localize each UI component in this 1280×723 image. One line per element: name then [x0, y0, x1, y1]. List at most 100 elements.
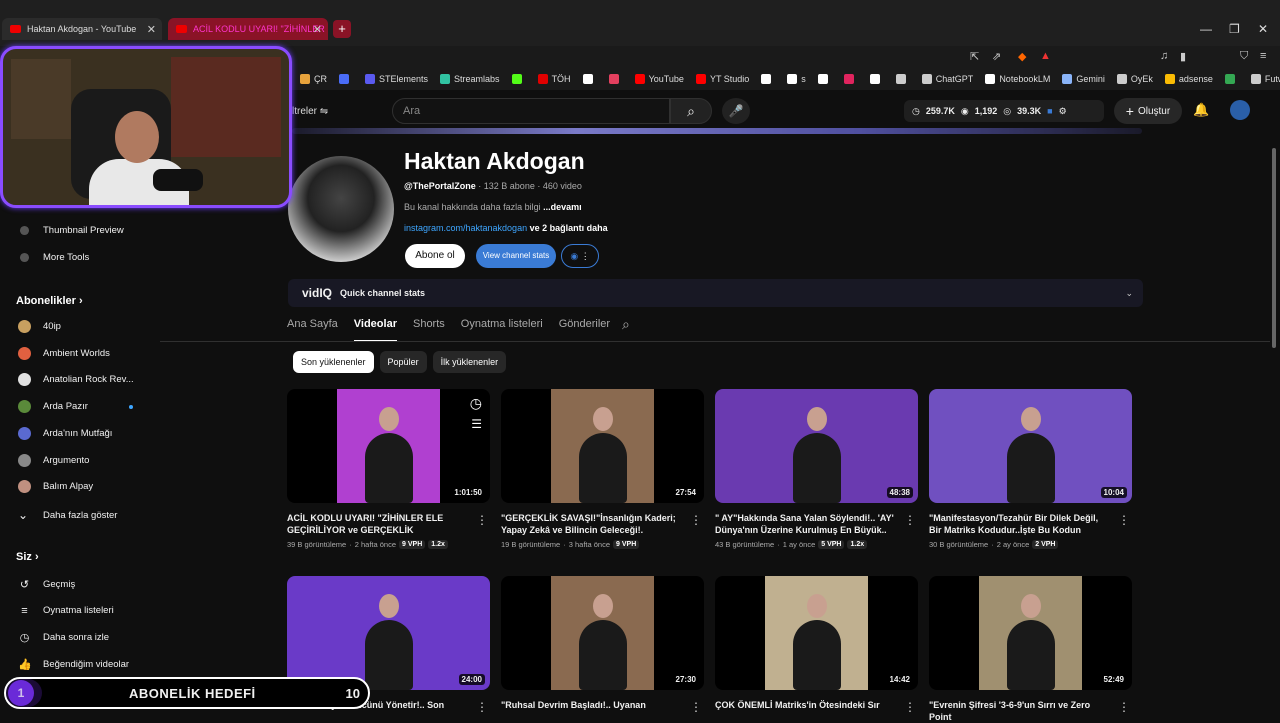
sidebar-subscription[interactable]: Arda Pazır	[18, 400, 88, 414]
video-title[interactable]: ACİL KODLU UYARI! "ZİHİNLER ELE GEÇİRİLİ…	[287, 512, 467, 536]
create-button[interactable]: + Oluştur	[1114, 98, 1182, 124]
video-thumbnail[interactable]: 14:42	[715, 576, 918, 690]
video-thumbnail[interactable]: 10:04	[929, 389, 1132, 503]
sidebar-item-you[interactable]: 👍 Beğendiğim videolar	[18, 658, 129, 671]
video-title[interactable]: "GERÇEKLİK SAVAŞI!"İnsanlığın Kaderi; Ya…	[501, 512, 681, 536]
more-vert-icon[interactable]: ⋮	[690, 513, 702, 527]
vidiq-menu-button[interactable]: ◉ ⋮	[561, 244, 599, 268]
vidiq-quick-stats-bar[interactable]: vidIQ Quick channel stats ⌄	[288, 279, 1143, 307]
brave-shield-icon[interactable]: ◆	[1018, 50, 1026, 63]
more-vert-icon[interactable]: ⋮	[1118, 700, 1130, 714]
bookmark-item[interactable]	[761, 74, 775, 84]
search-icon[interactable]: ⌕	[670, 98, 712, 124]
about-more-link[interactable]: ...devamı	[543, 202, 582, 212]
subscriptions-header[interactable]: Abonelikler ›	[16, 295, 83, 307]
sidebar-item-tool[interactable]: More Tools	[18, 251, 89, 264]
more-links[interactable]: ve 2 bağlantı daha	[527, 223, 608, 233]
video-thumbnail[interactable]: 27:54	[501, 389, 704, 503]
bookmark-item[interactable]	[843, 74, 858, 84]
sidebar-item-you[interactable]: ≡ Oynatma listeleri	[18, 605, 113, 617]
sidebar-subscription[interactable]: Argumento	[18, 453, 89, 467]
tab-0[interactable]: Ana Sayfa	[287, 318, 338, 342]
vpn-icon[interactable]: ⛉	[1240, 50, 1248, 63]
music-icon[interactable]: ♫	[1160, 50, 1168, 62]
bookmark-item[interactable]: ChatGPT	[921, 74, 973, 84]
more-vert-icon[interactable]: ⋮	[1118, 513, 1130, 527]
bookmark-item[interactable]	[511, 74, 526, 84]
sort-chip[interactable]: Son yüklenenler	[293, 351, 374, 373]
more-vert-icon[interactable]: ⋮	[476, 513, 488, 527]
bookmark-item[interactable]	[817, 74, 832, 84]
sidebar-icon[interactable]: ▮	[1180, 50, 1186, 63]
new-tab-button[interactable]: +	[333, 20, 351, 38]
bookmark-item[interactable]	[339, 74, 353, 84]
tab-3[interactable]: Oynatma listeleri	[461, 318, 543, 342]
tab-1[interactable]: Videolar	[353, 318, 397, 342]
bookmark-item[interactable]	[1224, 74, 1239, 84]
video-card[interactable]: 48:38 " AY"Hakkında Sana Yalan Söylendi!.…	[715, 389, 918, 549]
instagram-link[interactable]: instagram.com/haktanakdogan	[404, 223, 527, 233]
bookmark-item[interactable]: YouTube	[634, 74, 684, 84]
video-thumbnail[interactable]: 1:01:50 ◷ ☰	[287, 389, 490, 503]
video-title[interactable]: "Evrenin Şifresi '3-6-9'un Sırrı ve Zero…	[929, 699, 1109, 723]
channel-avatar[interactable]	[288, 156, 394, 262]
bookmark-item[interactable]: ÇR	[300, 74, 327, 84]
close-tab-icon[interactable]: ✕	[147, 23, 156, 36]
sidebar-subscription[interactable]: Ambient Worlds	[18, 346, 110, 360]
video-thumbnail[interactable]: 52:49	[929, 576, 1132, 690]
notifications-bell-icon[interactable]: 🔔	[1193, 102, 1209, 118]
page-scrollbar[interactable]	[1272, 148, 1276, 348]
search-icon[interactable]: ⌕	[622, 316, 630, 333]
video-card[interactable]: 10:04 "Manifestasyon/Tezahür Bir Dilek De…	[929, 389, 1132, 549]
bookmark-item[interactable]: STElements	[365, 74, 428, 84]
more-vert-icon[interactable]: ⋮	[476, 700, 488, 714]
sidebar-subscription[interactable]: Balım Alpay	[18, 480, 93, 494]
bookmark-item[interactable]	[869, 74, 884, 84]
bookmark-item[interactable]	[582, 74, 597, 84]
tab-2[interactable]: Shorts	[413, 318, 445, 342]
rewards-icon[interactable]: ▲	[1040, 50, 1051, 62]
account-avatar[interactable]	[1230, 100, 1250, 120]
menu-icon[interactable]: ≡	[1260, 50, 1266, 62]
video-thumbnail[interactable]: 48:38	[715, 389, 918, 503]
video-card[interactable]: 52:49 "Evrenin Şifresi '3-6-9'un Sırrı ve…	[929, 576, 1132, 723]
open-in-new-icon[interactable]: ⇱	[970, 50, 979, 63]
you-header[interactable]: Siz ›	[16, 551, 39, 563]
subscribe-button[interactable]: Abone ol	[405, 244, 465, 268]
watch-later-icon[interactable]: ◷	[470, 395, 482, 412]
more-vert-icon[interactable]: ⋮	[904, 700, 916, 714]
more-vert-icon[interactable]: ⋮	[690, 700, 702, 714]
bookmark-item[interactable]	[895, 74, 910, 84]
sidebar-subscription[interactable]: Anatolian Rock Rev...	[18, 373, 134, 387]
view-channel-stats-button[interactable]: View channel stats	[476, 244, 556, 268]
bookmark-item[interactable]: Streamlabs	[440, 74, 500, 84]
close-window-button[interactable]: ✕	[1258, 22, 1268, 36]
video-thumbnail[interactable]: 27:30	[501, 576, 704, 690]
bookmark-item[interactable]: s	[787, 74, 806, 84]
video-card[interactable]: 27:30 "Ruhsal Devrim Başladı!.. Uyanan ⋮	[501, 576, 704, 723]
sidebar-item-you[interactable]: ◷ Daha sonra izle	[18, 631, 109, 644]
bookmark-item[interactable]: Gemini	[1062, 74, 1105, 84]
vidiq-stats-widget[interactable]: ◷ 259.7K ◉ 1,192 ◎ 39.3K ■ ⚙	[904, 100, 1104, 122]
search-input[interactable]: Ara	[392, 98, 670, 124]
vidiq-icon[interactable]: ■	[1047, 106, 1052, 116]
close-tab-icon[interactable]: ✕	[313, 23, 322, 36]
sidebar-item-you[interactable]: ↺ Geçmiş	[18, 578, 75, 591]
more-vert-icon[interactable]: ⋮	[904, 513, 916, 527]
tab-youtube-channel[interactable]: Haktan Akdogan - YouTube ✕	[2, 18, 162, 40]
bookmark-item[interactable]: NotebookLM	[985, 74, 1050, 84]
sidebar-subscription[interactable]: 40ip	[18, 320, 61, 333]
bookmark-item[interactable]: TÖH	[537, 74, 571, 84]
bookmark-item[interactable]: adsense	[1164, 74, 1213, 84]
video-card[interactable]: 27:54 "GERÇEKLİK SAVAŞI!"İnsanlığın Kader…	[501, 389, 704, 549]
sort-chip[interactable]: Popüler	[379, 351, 427, 373]
bookmark-item[interactable]: YT Studio	[695, 74, 749, 84]
microphone-icon[interactable]: 🎤	[722, 98, 750, 124]
bookmark-item[interactable]	[608, 74, 623, 84]
channel-about[interactable]: Bu kanal hakkında daha fazla bilgi ...de…	[404, 202, 582, 212]
sort-chip[interactable]: İlk yüklenenler	[432, 351, 507, 373]
share-icon[interactable]: ⇗	[992, 50, 1001, 63]
chevron-down-icon[interactable]: ⌄	[1125, 288, 1133, 299]
tab-video[interactable]: ACİL KODLU UYARI! "ZİHİNLER E ✕	[168, 18, 328, 40]
sidebar-subscription[interactable]: Arda'nın Mutfağı	[18, 426, 112, 440]
